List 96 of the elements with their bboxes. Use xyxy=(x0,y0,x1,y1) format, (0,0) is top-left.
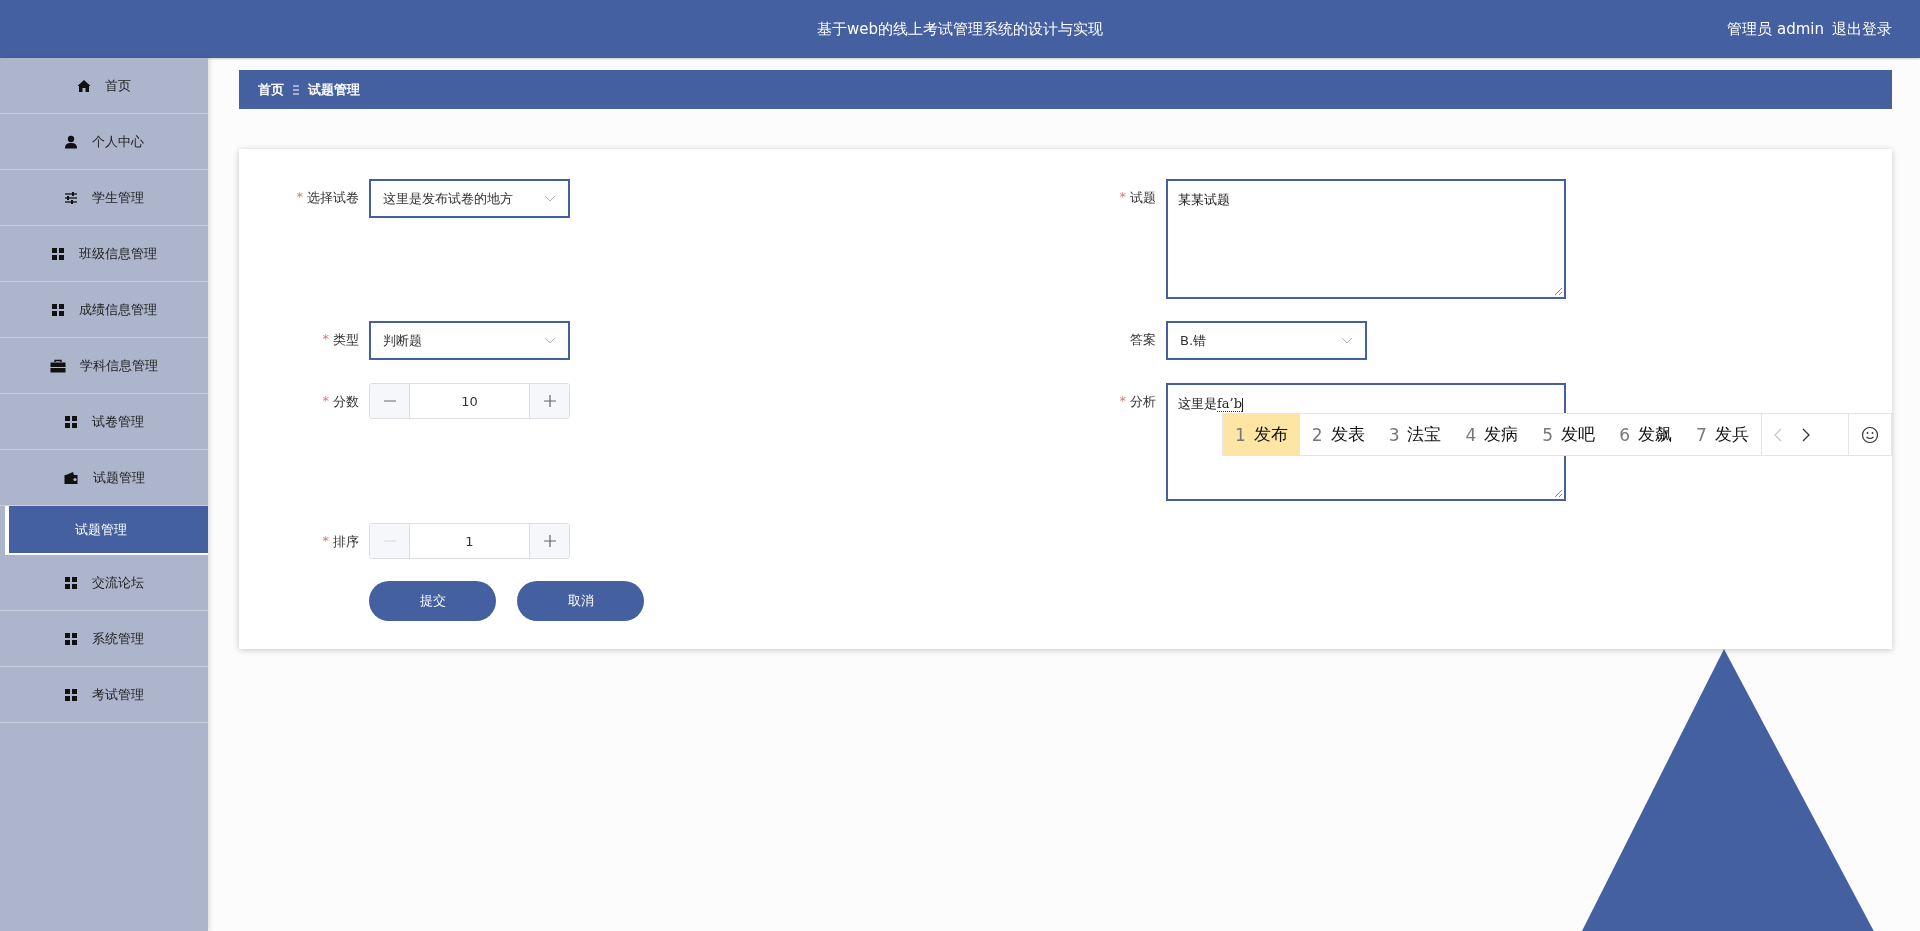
select-field[interactable]: 判断题 xyxy=(369,321,570,360)
wallet-icon xyxy=(63,470,79,485)
grid-icon xyxy=(64,414,78,429)
grid-icon xyxy=(64,687,78,702)
ime-candidate[interactable]: 2 发表 xyxy=(1299,414,1377,455)
required-mark: * xyxy=(322,393,329,410)
increase-button[interactable] xyxy=(530,384,569,418)
sidebar-subitem[interactable]: 试题管理 xyxy=(5,506,208,555)
candidate-index: 7 xyxy=(1695,424,1707,445)
required-mark: * xyxy=(296,189,303,206)
sidebar-item-label: 首页 xyxy=(105,76,131,95)
select-value: B.错 xyxy=(1180,331,1207,350)
app-title: 基于web的线上考试管理系统的设计与实现 xyxy=(817,19,1103,39)
required-mark: * xyxy=(1119,393,1126,410)
sidebar-item-label: 成绩信息管理 xyxy=(79,300,157,319)
required-mark: * xyxy=(1119,189,1126,206)
sidebar-item[interactable]: 交流论坛 xyxy=(0,555,208,611)
plus-icon xyxy=(543,395,556,407)
sidebar-item[interactable]: 考试管理 xyxy=(0,667,208,723)
sidebar-item-label: 学生管理 xyxy=(92,188,144,207)
sidebar-item[interactable]: 学科信息管理 xyxy=(0,338,208,394)
breadcrumb-item[interactable]: 首页 xyxy=(258,80,284,99)
candidate-index: 4 xyxy=(1465,424,1477,445)
field-label: 分数 xyxy=(333,393,359,411)
chevron-right-icon[interactable] xyxy=(1801,427,1810,442)
field-label: 排序 xyxy=(333,533,359,551)
sidebar-item-label: 考试管理 xyxy=(92,685,144,704)
chevron-down-icon xyxy=(544,337,556,344)
grid-icon xyxy=(64,575,78,590)
ime-candidate[interactable]: 1 发布 xyxy=(1223,414,1300,455)
select-field[interactable]: 这里是发布试卷的地方 xyxy=(369,179,570,218)
plus-icon xyxy=(543,535,556,547)
ime-candidate[interactable]: 3 法宝 xyxy=(1376,414,1454,455)
ime-candidate[interactable]: 5 发吧 xyxy=(1530,414,1608,455)
increase-button[interactable] xyxy=(530,524,569,558)
home-icon xyxy=(77,78,91,93)
briefcase-icon xyxy=(50,358,66,373)
sidebar-item-label: 交流论坛 xyxy=(92,573,144,592)
ime-candidate[interactable]: 4 发病 xyxy=(1453,414,1531,455)
required-mark: * xyxy=(322,331,329,348)
candidate-index: 6 xyxy=(1619,424,1630,445)
required-mark: * xyxy=(322,533,329,550)
field-label: 类型 xyxy=(333,331,359,349)
select-value: 判断题 xyxy=(383,331,422,350)
field-label: 选择试卷 xyxy=(307,189,359,207)
candidate-text: 发兵 xyxy=(1714,423,1749,446)
sidebar-item-label: 班级信息管理 xyxy=(79,244,157,263)
sidebar-item[interactable]: 个人中心 xyxy=(0,114,208,170)
sidebar-item[interactable]: 成绩信息管理 xyxy=(0,282,208,338)
select-value: 这里是发布试卷的地方 xyxy=(383,189,513,208)
sidebar-item-label: 试题管理 xyxy=(92,468,145,487)
form-button[interactable]: 取消 xyxy=(517,581,644,621)
ime-candidate[interactable]: 6 发飙 xyxy=(1607,414,1684,455)
sidebar-item[interactable]: 系统管理 xyxy=(0,611,208,667)
sliders-icon xyxy=(64,190,78,205)
candidate-text: 发病 xyxy=(1484,423,1519,446)
candidate-text: 发布 xyxy=(1253,423,1288,446)
candidate-index: 1 xyxy=(1235,424,1246,445)
grid-icon xyxy=(51,246,65,261)
resize-grip-icon xyxy=(1554,489,1563,498)
logout-link[interactable]: 退出登录 xyxy=(1832,19,1892,39)
resize-grip-icon xyxy=(1554,287,1563,296)
text-area[interactable]: 某某试题 xyxy=(1166,179,1566,299)
candidate-index: 5 xyxy=(1542,424,1554,445)
person-icon xyxy=(64,134,78,149)
chevron-down-icon xyxy=(1341,337,1353,344)
candidate-text: 法宝 xyxy=(1407,423,1442,446)
sidebar-item[interactable]: 首页 xyxy=(0,58,208,114)
field-label: 试题 xyxy=(1130,189,1156,207)
number-field[interactable]: 10 xyxy=(369,383,570,419)
field-label: 分析 xyxy=(1130,393,1156,411)
form-button[interactable]: 提交 xyxy=(369,581,496,621)
sidebar-item[interactable]: 试卷管理 xyxy=(0,394,208,450)
sidebar-item-label: 学科信息管理 xyxy=(80,356,158,375)
number-field[interactable]: 1 xyxy=(369,523,570,559)
select-field[interactable]: B.错 xyxy=(1166,321,1367,360)
candidate-text: 发吧 xyxy=(1561,423,1596,446)
grid-icon xyxy=(64,631,78,646)
user-name: 管理员 admin xyxy=(1727,19,1824,39)
smiley-icon[interactable] xyxy=(1861,425,1879,444)
sidebar-item-label: 个人中心 xyxy=(92,132,144,151)
separator-icon xyxy=(292,83,300,96)
sidebar-item[interactable]: 学生管理 xyxy=(0,170,208,226)
sidebar-item-label: 试卷管理 xyxy=(92,412,144,431)
sidebar-item-label: 系统管理 xyxy=(92,629,144,648)
grid-icon xyxy=(51,302,65,317)
ime-candidate[interactable]: 7 发兵 xyxy=(1683,414,1761,455)
sidebar-item[interactable]: 班级信息管理 xyxy=(0,226,208,282)
text-value: 某某试题 xyxy=(1178,192,1230,207)
candidate-index: 2 xyxy=(1311,424,1323,445)
chevron-down-icon xyxy=(544,195,556,202)
candidate-text: 发飙 xyxy=(1637,423,1672,446)
breadcrumb-item: 试题管理 xyxy=(308,80,360,99)
field-label: 答案 xyxy=(1130,331,1156,349)
candidate-index: 3 xyxy=(1388,424,1400,445)
candidate-text: 发表 xyxy=(1330,423,1365,446)
